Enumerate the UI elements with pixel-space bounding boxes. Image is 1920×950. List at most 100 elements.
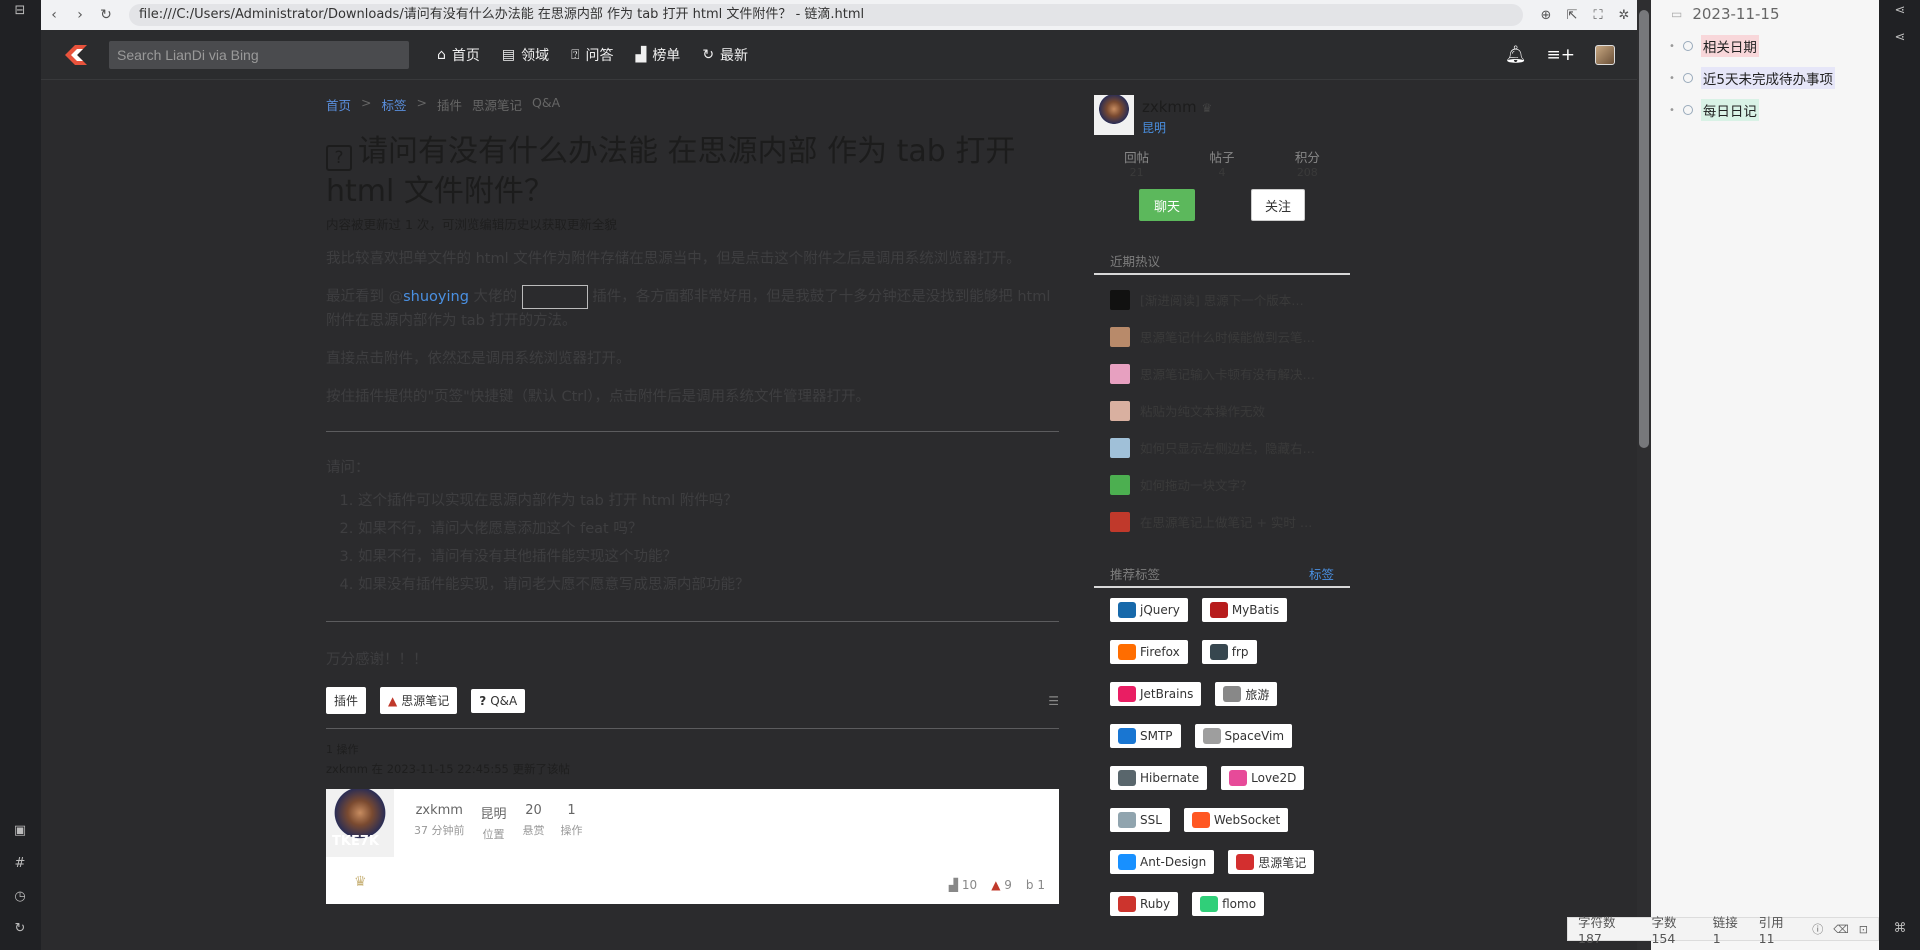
nav-home[interactable]: ⌂ 首页: [437, 45, 480, 65]
back-icon[interactable]: ‹: [41, 7, 67, 23]
tag-chip[interactable]: Hibernate: [1110, 766, 1208, 790]
list-item[interactable]: • 每日日记: [1669, 99, 1759, 121]
tag-icon[interactable]: #: [10, 853, 30, 873]
breadcrumb-siyuan[interactable]: 思源笔记: [472, 95, 522, 114]
hot-item-text: 如何拖动一块文字？: [1140, 478, 1253, 493]
scrollbar-thumb[interactable]: [1639, 10, 1649, 448]
open-external-icon[interactable]: ⇱: [1559, 8, 1585, 23]
nav-latest[interactable]: ↻ 最新: [702, 45, 748, 65]
siyuan-count[interactable]: ▲ 9: [991, 878, 1012, 892]
tag-siyuan[interactable]: ▲ 思源笔记: [380, 687, 458, 714]
nav-domain[interactable]: ▤ 领域: [502, 45, 549, 65]
hot-item[interactable]: 如何拖动一块文字？: [1094, 466, 1350, 503]
author-name[interactable]: zxkmm ♛: [1142, 98, 1212, 116]
thumbnail-icon: [1110, 289, 1130, 310]
item-label: 每日日记: [1700, 99, 1759, 121]
hot-item[interactable]: 思源笔记输入卡顿有没有解决…: [1094, 355, 1350, 392]
forward-icon[interactable]: ›: [67, 7, 93, 23]
globe-icon[interactable]: ⊕: [1533, 8, 1559, 23]
breadcrumb-home[interactable]: 首页: [326, 95, 351, 114]
hot-item[interactable]: 粘贴为纯文本操作无效: [1094, 392, 1350, 429]
tag-chip[interactable]: flomo: [1192, 892, 1265, 916]
post-icon[interactable]: ≡+: [1547, 45, 1576, 65]
hot-item[interactable]: 在思源笔记上做笔记 + 实时 …: [1094, 503, 1350, 540]
fullscreen-icon[interactable]: ⛶: [1585, 8, 1611, 23]
user-mention[interactable]: shuoying: [403, 289, 469, 305]
tag-chip[interactable]: SSL: [1110, 808, 1170, 832]
tag-chip[interactable]: 思源笔记: [1228, 850, 1315, 874]
user-avatar[interactable]: [1595, 45, 1615, 65]
bell-icon[interactable]: 🔔︎: [1505, 45, 1527, 65]
history-icon[interactable]: ◷: [10, 886, 30, 906]
bing-count[interactable]: b 1: [1026, 878, 1045, 892]
nav-qa[interactable]: ⍰ 问答: [571, 45, 613, 65]
stat-user: zxkmm 37 分钟前: [414, 803, 465, 842]
link-count: 链接 1: [1712, 915, 1738, 946]
tag-chip[interactable]: WebSocket: [1183, 808, 1289, 832]
stat-points[interactable]: 积分 208: [1295, 147, 1320, 179]
url-field[interactable]: file:///C:/Users/Administrator/Downloads…: [129, 4, 1523, 26]
tag-chip[interactable]: Love2D: [1221, 766, 1305, 790]
sync-icon[interactable]: ↻: [10, 918, 30, 938]
tag-chip[interactable]: Ruby: [1110, 892, 1179, 916]
avatar-text: TKE7K: [332, 834, 379, 849]
hot-item[interactable]: [渐进阅读] 思源下一个版本…: [1094, 281, 1350, 318]
tag-chip[interactable]: JetBrains: [1110, 682, 1202, 706]
tags-link[interactable]: 标签: [1309, 564, 1334, 586]
stat-posts[interactable]: 帖子 4: [1209, 147, 1234, 179]
siyuan-icon: ▲: [991, 878, 1001, 892]
stat-ops: 1 操作: [561, 803, 583, 842]
tag-chip[interactable]: frp: [1201, 640, 1257, 664]
reload-icon[interactable]: ↻: [93, 7, 119, 23]
bookmark-icon[interactable]: ▣: [10, 820, 30, 840]
tag-chip[interactable]: MyBatis: [1201, 598, 1288, 622]
nav-rank[interactable]: ▟ 榜单: [636, 45, 681, 65]
article-tags: 插件 ▲ 思源笔记 ? Q&A ☰: [326, 687, 1059, 714]
author-stats: 回帖 21 帖子 4 积分 208: [1094, 147, 1350, 179]
thumbnail-icon: [1110, 474, 1130, 495]
dock-icon[interactable]: ⊡: [1859, 923, 1868, 936]
author-location[interactable]: 昆明: [1142, 119, 1166, 136]
trash-icon[interactable]: ⌫: [1833, 923, 1849, 936]
stat-value[interactable]: zxkmm: [416, 803, 463, 818]
inbox-icon[interactable]: ⊟: [10, 0, 30, 20]
edit-history-note[interactable]: 内容被更新过 1 次，可浏览编辑历史以获取更新全貌: [326, 214, 1059, 233]
divider: [326, 621, 1059, 622]
link-icon[interactable]: ⌘: [1890, 918, 1910, 938]
follow-button[interactable]: 关注: [1251, 189, 1305, 221]
stat-replies[interactable]: 回帖 21: [1124, 147, 1149, 179]
thanks-text: 万分感谢！！！: [326, 652, 428, 668]
tag-chip[interactable]: Firefox: [1110, 640, 1188, 664]
avatar[interactable]: [1094, 95, 1134, 135]
tag-qa[interactable]: ? Q&A: [471, 688, 526, 713]
help-icon[interactable]: ⓘ: [1812, 921, 1823, 937]
stat-label: 操作: [560, 824, 583, 837]
chat-button[interactable]: 聊天: [1139, 189, 1195, 221]
liandi-logo[interactable]: [63, 43, 89, 67]
breadcrumb-plugin[interactable]: 插件: [437, 95, 462, 114]
tag-chip[interactable]: Ant-Design: [1110, 850, 1215, 874]
hot-item[interactable]: 如何只显示左侧边栏，隐藏右…: [1094, 429, 1350, 466]
bullet-icon: •: [1669, 104, 1675, 116]
avatar[interactable]: TKE7K: [326, 789, 394, 857]
tag-label: MyBatis: [1231, 603, 1280, 617]
tag-chip[interactable]: SpaceVim: [1194, 724, 1293, 748]
stat-label: 位置: [482, 828, 505, 841]
list-item[interactable]: • 相关日期: [1669, 35, 1759, 57]
hot-item[interactable]: 思源笔记什么时候能做到云笔…: [1094, 318, 1350, 355]
share-icon[interactable]: ⋖: [1890, 27, 1910, 47]
doc-title[interactable]: ▭ 2023-11-15: [1671, 5, 1780, 23]
tag-plugin[interactable]: 插件: [326, 687, 367, 714]
views-count[interactable]: ▟ 10: [949, 878, 977, 892]
tag-chip[interactable]: jQuery: [1110, 598, 1188, 622]
tag-chip[interactable]: 旅游: [1215, 682, 1278, 706]
toc-icon[interactable]: ☰: [1048, 694, 1059, 708]
share-icon[interactable]: ⋖: [1890, 0, 1910, 20]
tag-logo-icon: [1118, 602, 1136, 618]
breadcrumb-tags[interactable]: 标签: [382, 95, 407, 114]
tag-chip[interactable]: SMTP: [1110, 724, 1181, 748]
list-item[interactable]: • 近5天未完成待办事项: [1669, 67, 1835, 89]
breadcrumb-qa[interactable]: Q&A: [532, 95, 560, 114]
search-input[interactable]: [109, 41, 409, 69]
translate-icon[interactable]: ✲: [1611, 8, 1637, 23]
